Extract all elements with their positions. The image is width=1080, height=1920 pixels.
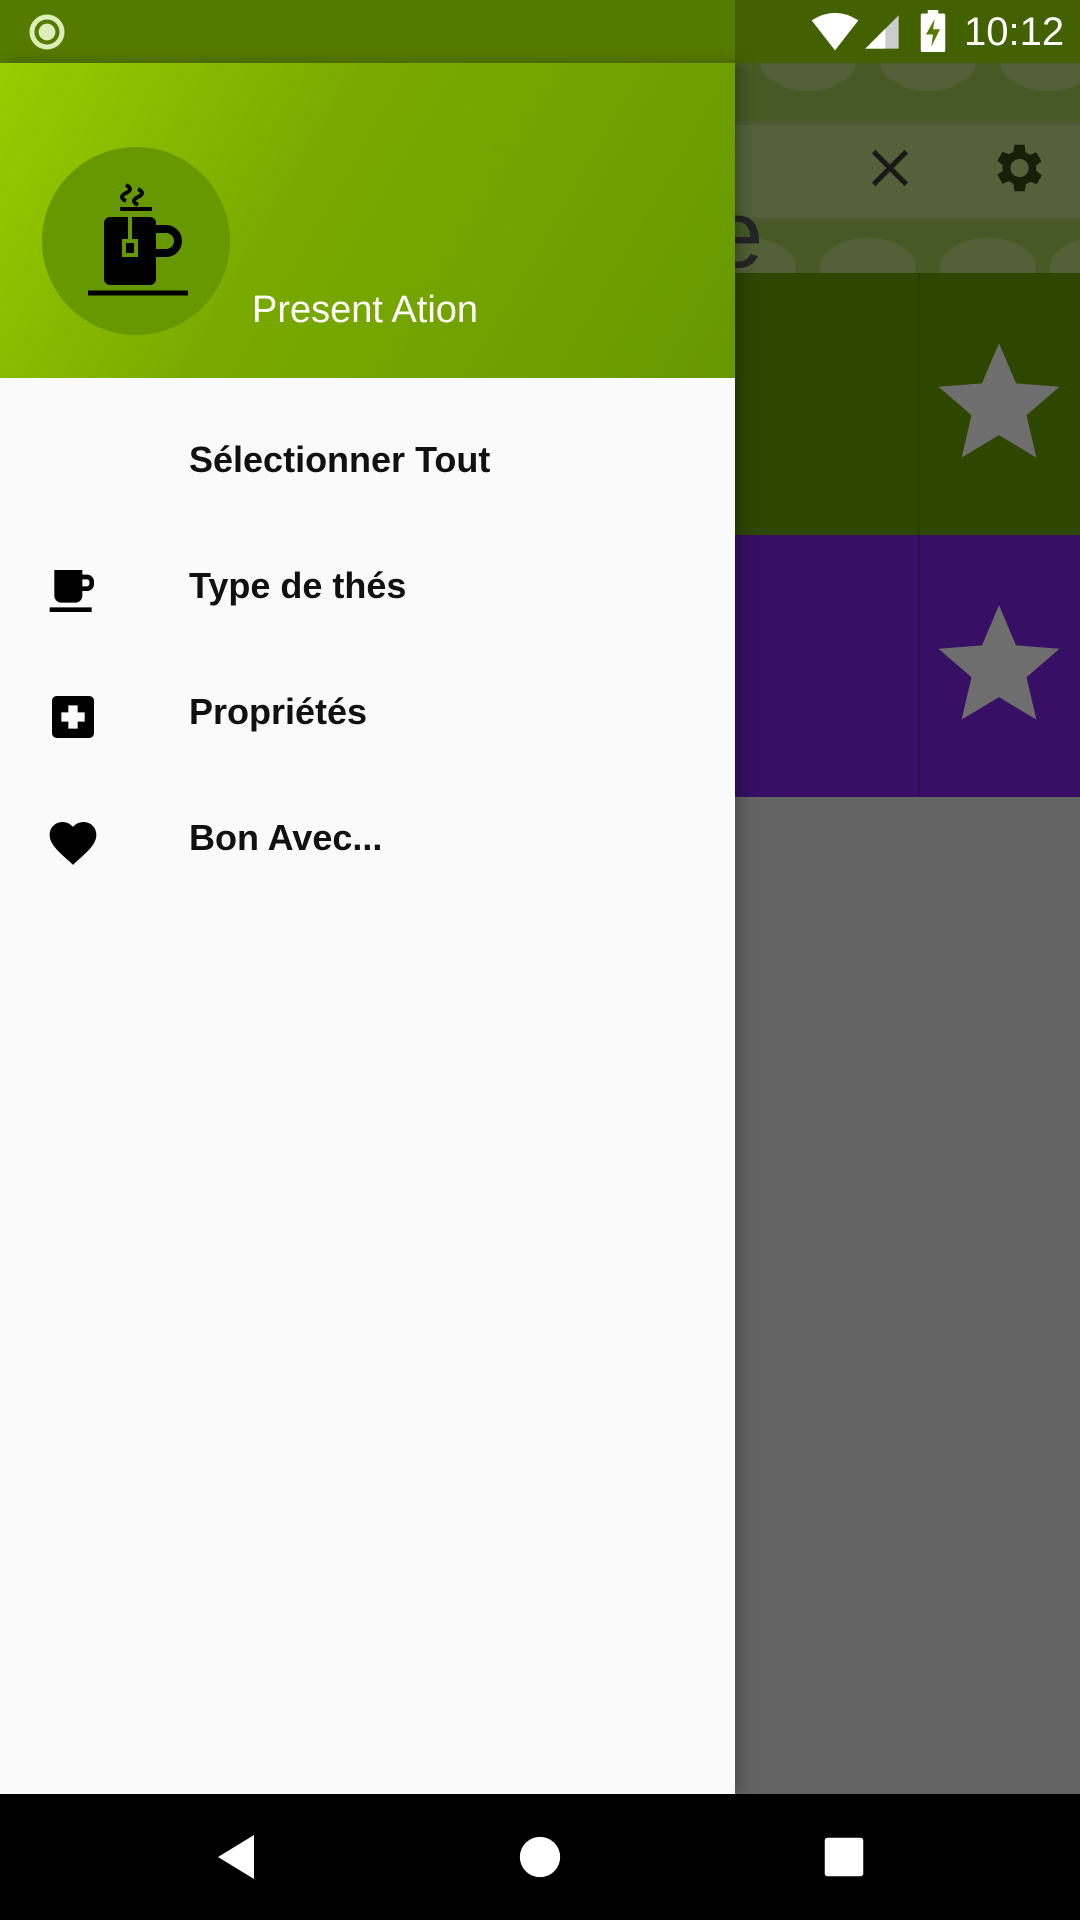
menu-item-select-all[interactable]: Sélectionner Tout (0, 399, 735, 525)
menu-item-tea-types[interactable]: Type de thés (0, 525, 735, 651)
avatar[interactable] (42, 147, 230, 335)
tea-mug-icon (88, 183, 188, 296)
menu-item-label: Type de thés (189, 565, 407, 606)
menu-item-goes-well-with[interactable]: Bon Avec... (0, 777, 735, 903)
back-icon[interactable] (214, 1832, 258, 1882)
notification-icon (29, 14, 65, 50)
menu-item-properties[interactable]: Propriétés (0, 651, 735, 777)
battery-charging-icon (920, 10, 946, 52)
recents-icon[interactable] (823, 1836, 865, 1878)
menu-item-label: Propriétés (189, 691, 368, 732)
drawer-header: Present Ation (0, 63, 735, 378)
heart-icon (49, 822, 97, 865)
coffee-cup-icon (49, 570, 94, 612)
signal-icon (865, 15, 899, 49)
home-icon[interactable] (518, 1835, 562, 1879)
profile-name: Present Ation (252, 289, 479, 331)
menu-item-label: Sélectionner Tout (189, 439, 491, 480)
menu-item-label: Bon Avec... (189, 817, 383, 858)
wifi-icon (811, 12, 859, 51)
navigation-drawer: Present Ation Sélectionner Tout Type de … (0, 63, 735, 1794)
medical-plus-icon (52, 696, 94, 738)
clock: 10:12 (964, 10, 1065, 54)
system-nav-bar (0, 1794, 1080, 1920)
status-bar: 10:12 (0, 0, 1080, 63)
